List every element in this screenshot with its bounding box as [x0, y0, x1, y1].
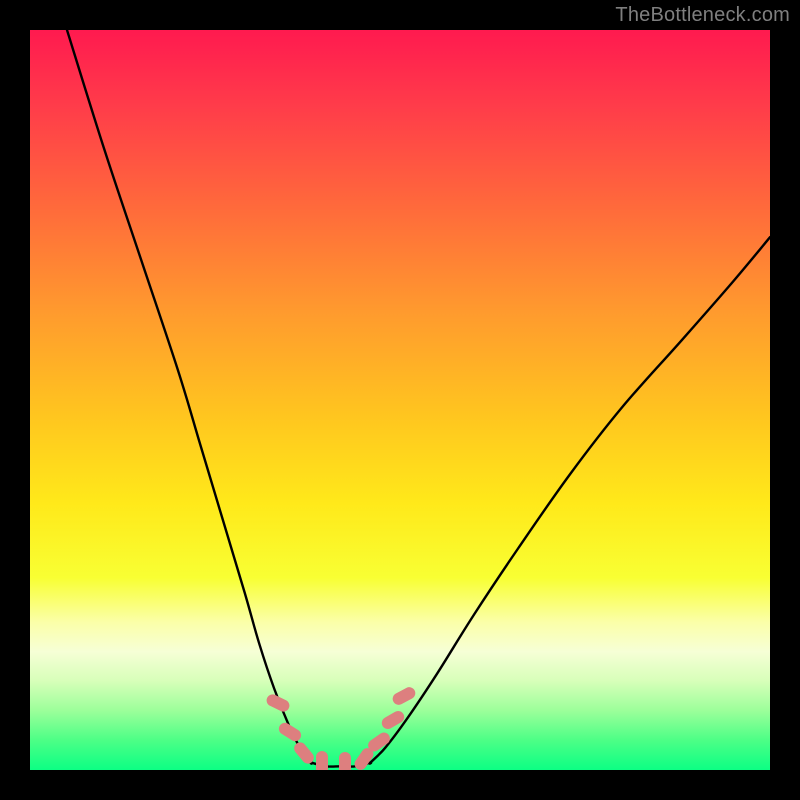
curve-path	[67, 30, 770, 767]
chart-stage: TheBottleneck.com	[0, 0, 800, 800]
watermark-text: TheBottleneck.com	[615, 4, 790, 27]
plot-area	[30, 30, 770, 770]
bottleneck-curve	[30, 30, 770, 770]
